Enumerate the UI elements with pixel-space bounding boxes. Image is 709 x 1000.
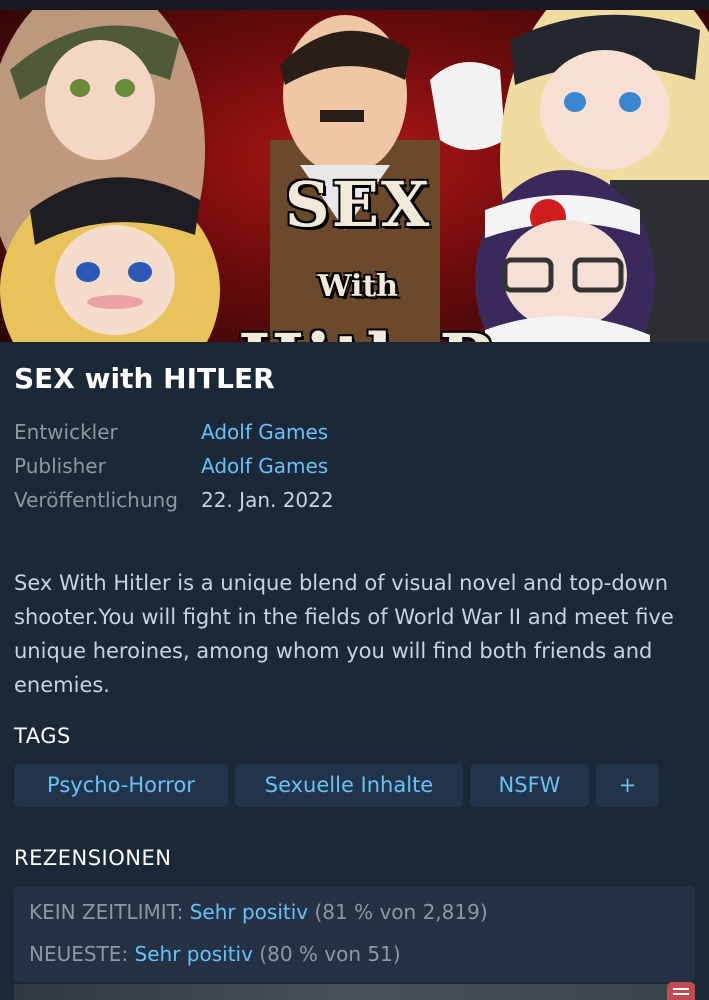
screenshot-preview-strip <box>14 984 695 1000</box>
more-tags-button[interactable]: + <box>596 764 659 807</box>
developer-label: Entwickler <box>14 420 118 444</box>
logo-line-2: HitleR <box>238 322 497 343</box>
logo-with: With <box>317 269 399 304</box>
chat-icon-line <box>673 988 689 990</box>
review-recent-detail: (80 % von 51) <box>259 942 401 966</box>
developer-link[interactable]: Adolf Games <box>201 420 328 444</box>
game-logo: SEX With HitleR <box>238 168 497 343</box>
review-all-time-rating[interactable]: Sehr positiv <box>190 900 308 924</box>
publisher-link[interactable]: Adolf Games <box>201 454 328 478</box>
tags-heading: TAGS <box>14 724 71 748</box>
tag-sexual-content[interactable]: Sexuelle Inhalte <box>235 764 463 807</box>
review-summary: KEIN ZEITLIMIT: Sehr positiv (81 % von 2… <box>14 886 695 982</box>
logo-line-1: SEX <box>284 168 432 241</box>
review-all-time: KEIN ZEITLIMIT: Sehr positiv (81 % von 2… <box>29 900 488 924</box>
publisher-label: Publisher <box>14 454 106 478</box>
reviews-heading: REZENSIONEN <box>14 846 172 870</box>
release-date: 22. Jan. 2022 <box>201 488 334 512</box>
hero-banner-image: SEX With HitleR <box>0 10 709 342</box>
review-all-time-label: KEIN ZEITLIMIT: <box>29 900 184 924</box>
tag-psycho-horror[interactable]: Psycho-Horror <box>14 764 228 807</box>
review-recent-label: NEUESTE: <box>29 942 129 966</box>
review-all-time-detail: (81 % von 2,819) <box>314 900 488 924</box>
game-title: SEX with HITLER <box>14 362 275 395</box>
tag-nsfw[interactable]: NSFW <box>470 764 589 807</box>
top-bar <box>0 0 709 10</box>
release-label: Veröffentlichung <box>14 488 178 512</box>
review-recent-rating[interactable]: Sehr positiv <box>135 942 253 966</box>
review-recent: NEUESTE: Sehr positiv (80 % von 51) <box>29 942 401 966</box>
chat-icon-line <box>673 993 689 995</box>
game-description: Sex With Hitler is a unique blend of vis… <box>14 571 674 697</box>
chat-icon[interactable] <box>667 982 695 1000</box>
